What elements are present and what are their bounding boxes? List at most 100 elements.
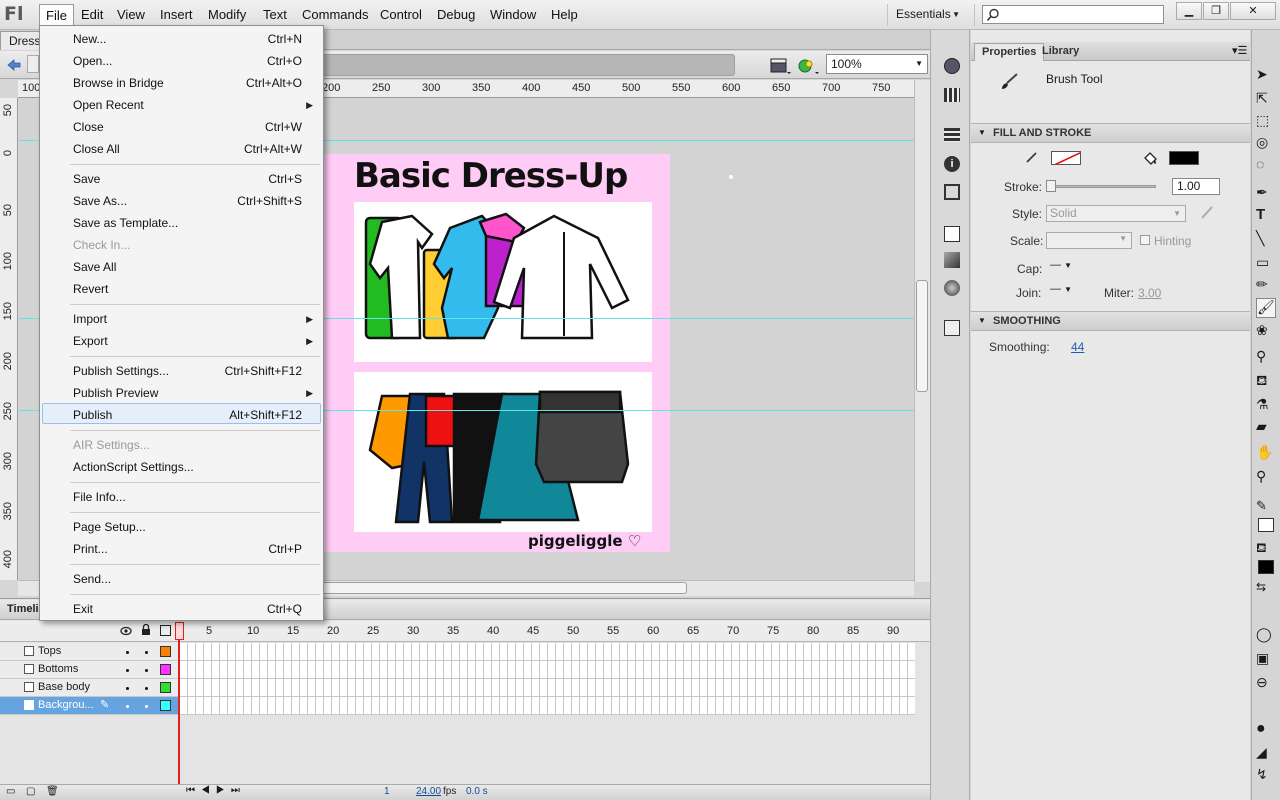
stage-horizontal-scroll-thumb[interactable] bbox=[300, 582, 687, 594]
layer-color-swatch[interactable] bbox=[160, 682, 171, 693]
brush-tool-button[interactable]: 🖌 bbox=[1256, 298, 1276, 318]
menu-item-print[interactable]: Print... bbox=[73, 542, 108, 556]
layer-row-base-body[interactable]: Base body bbox=[0, 679, 180, 697]
menu-text[interactable]: Text bbox=[257, 4, 293, 26]
menu-item-publish-preview[interactable]: Publish Preview bbox=[73, 386, 158, 400]
scale-select[interactable]: ▼ bbox=[1046, 232, 1132, 249]
zoom-select[interactable]: 100% ▼ bbox=[826, 54, 928, 74]
menu-help[interactable]: Help bbox=[545, 4, 584, 26]
swatches-icon[interactable] bbox=[944, 88, 960, 102]
smoothing-value[interactable]: 44 bbox=[1071, 340, 1084, 354]
stroke-color-chip[interactable] bbox=[1258, 518, 1274, 532]
snap-icon[interactable]: ▣ bbox=[1256, 650, 1276, 670]
swap-colors-icon[interactable]: ⇆ bbox=[1256, 580, 1276, 600]
eye-icon[interactable] bbox=[120, 625, 132, 637]
menu-item-publish-settings[interactable]: Publish Settings... bbox=[73, 364, 169, 378]
playhead-line[interactable] bbox=[178, 622, 180, 792]
menu-item-revert[interactable]: Revert bbox=[73, 282, 108, 296]
menu-item-actionscript-settings[interactable]: ActionScript Settings... bbox=[73, 460, 194, 474]
smoothing-section-header[interactable]: SMOOTHING bbox=[971, 311, 1250, 331]
trash-icon[interactable]: 🗑 bbox=[46, 786, 59, 797]
info-icon[interactable]: i bbox=[944, 156, 960, 172]
menu-item-export[interactable]: Export bbox=[73, 334, 108, 348]
free-transform-tool-icon[interactable]: ⬚ bbox=[1256, 112, 1276, 132]
visibility-dot[interactable] bbox=[126, 669, 129, 672]
collapse-arrow-icon[interactable]: ▼ bbox=[978, 316, 986, 325]
restore-button[interactable]: ❐ bbox=[1203, 2, 1229, 20]
lock-fill-icon[interactable]: ↯ bbox=[1256, 766, 1276, 786]
join-select[interactable]: — ▼ bbox=[1050, 283, 1082, 299]
stage-vertical-scroll-thumb[interactable] bbox=[916, 280, 928, 392]
current-frame[interactable]: 1 bbox=[384, 786, 390, 797]
menu-item-close-all[interactable]: Close All bbox=[73, 142, 120, 156]
subselection-tool-icon[interactable]: ⇱ bbox=[1256, 90, 1276, 110]
tab-library[interactable]: Library bbox=[1035, 43, 1086, 61]
rectangle-tool-icon[interactable]: ▭ bbox=[1256, 254, 1276, 274]
line-tool-icon[interactable]: ╲ bbox=[1256, 230, 1276, 250]
color-icon[interactable] bbox=[944, 58, 960, 74]
menu-window[interactable]: Window bbox=[484, 4, 542, 26]
menu-item-import[interactable]: Import bbox=[73, 312, 107, 326]
edit-symbols-icon[interactable] bbox=[796, 56, 820, 76]
edit-scene-icon[interactable] bbox=[770, 56, 792, 76]
help-search-input[interactable] bbox=[982, 5, 1164, 24]
object-drawing-icon[interactable]: ◯ bbox=[1256, 626, 1276, 646]
menu-insert[interactable]: Insert bbox=[154, 4, 199, 26]
layer-row-bottoms[interactable]: Bottoms bbox=[0, 661, 180, 679]
stroke-color-swatch[interactable] bbox=[1051, 151, 1081, 165]
visibility-dot[interactable] bbox=[126, 705, 129, 708]
align-icon[interactable] bbox=[944, 128, 960, 142]
stage-title-text[interactable]: Basic Dress-Up bbox=[354, 156, 628, 196]
fill-color-chip[interactable] bbox=[1258, 560, 1274, 574]
menu-item-browse-in-bridge[interactable]: Browse in Bridge bbox=[73, 76, 164, 90]
zoom-tool-icon[interactable]: ⚲ bbox=[1256, 468, 1276, 488]
menu-commands[interactable]: Commands bbox=[296, 4, 374, 26]
menu-item-save[interactable]: Save bbox=[73, 172, 100, 186]
layer-color-swatch[interactable] bbox=[160, 664, 171, 675]
components-icon[interactable] bbox=[944, 252, 960, 268]
stroke-slider-handle[interactable] bbox=[1046, 180, 1056, 192]
lock-dot[interactable] bbox=[145, 687, 148, 690]
menu-item-exit[interactable]: Exit bbox=[73, 602, 93, 616]
fill-stroke-section-header[interactable]: FILL AND STROKE bbox=[971, 123, 1250, 143]
frame-rate[interactable]: 24.00 bbox=[416, 786, 441, 797]
menu-item-check-in[interactable]: Check In... bbox=[73, 238, 130, 252]
menu-item-send[interactable]: Send... bbox=[73, 572, 111, 586]
tab-properties[interactable]: Properties bbox=[974, 43, 1045, 61]
menu-control[interactable]: Control bbox=[374, 4, 428, 26]
lock-icon[interactable] bbox=[140, 624, 152, 636]
brush-shape-icon[interactable]: ◢ bbox=[1256, 744, 1276, 764]
panel-menu-icon[interactable]: ▾☰ bbox=[1232, 44, 1247, 57]
layer-row-background[interactable]: Backgrou... ✎ bbox=[0, 697, 180, 715]
frame-grid[interactable] bbox=[180, 643, 915, 715]
lock-dot[interactable] bbox=[145, 651, 148, 654]
text-tool-icon[interactable]: T bbox=[1256, 206, 1276, 226]
selection-tool-icon[interactable]: ➤ bbox=[1256, 66, 1276, 86]
outline-icon[interactable] bbox=[160, 625, 171, 636]
menu-item-publish[interactable]: Publish bbox=[73, 408, 112, 422]
layer-row-tops[interactable]: Tops bbox=[0, 643, 180, 661]
stroke-color-tool-icon[interactable]: ✎ bbox=[1256, 498, 1276, 518]
stroke-slider-track[interactable] bbox=[1046, 185, 1156, 188]
menu-item-open-recent[interactable]: Open Recent bbox=[73, 98, 144, 112]
bottoms-artwork[interactable] bbox=[354, 372, 652, 532]
edit-stroke-style-icon[interactable] bbox=[1199, 205, 1215, 221]
bone-tool-icon[interactable]: ⚲ bbox=[1256, 348, 1276, 368]
eyedropper-tool-icon[interactable]: ⚗ bbox=[1256, 396, 1276, 416]
new-folder-icon[interactable]: ▢ bbox=[26, 786, 35, 797]
motion-presets-icon[interactable] bbox=[944, 280, 960, 296]
menu-edit[interactable]: Edit bbox=[75, 4, 109, 26]
smooth-icon[interactable]: ⊖ bbox=[1256, 674, 1276, 694]
code-snippets-icon[interactable] bbox=[944, 226, 960, 242]
3d-rotation-tool-icon[interactable]: ◎ bbox=[1256, 134, 1276, 154]
visibility-dot[interactable] bbox=[126, 687, 129, 690]
menu-debug[interactable]: Debug bbox=[431, 4, 481, 26]
fill-color-tool-icon[interactable]: ⛾ bbox=[1256, 540, 1276, 560]
layer-color-swatch[interactable] bbox=[160, 646, 171, 657]
paint-bucket-tool-icon[interactable]: ⛾ bbox=[1256, 372, 1276, 392]
pencil-tool-icon[interactable]: ✏ bbox=[1256, 276, 1276, 296]
lock-dot[interactable] bbox=[145, 705, 148, 708]
lock-dot[interactable] bbox=[145, 669, 148, 672]
new-layer-icon[interactable]: ▭ bbox=[6, 786, 15, 797]
menu-item-save-all[interactable]: Save All bbox=[73, 260, 116, 274]
